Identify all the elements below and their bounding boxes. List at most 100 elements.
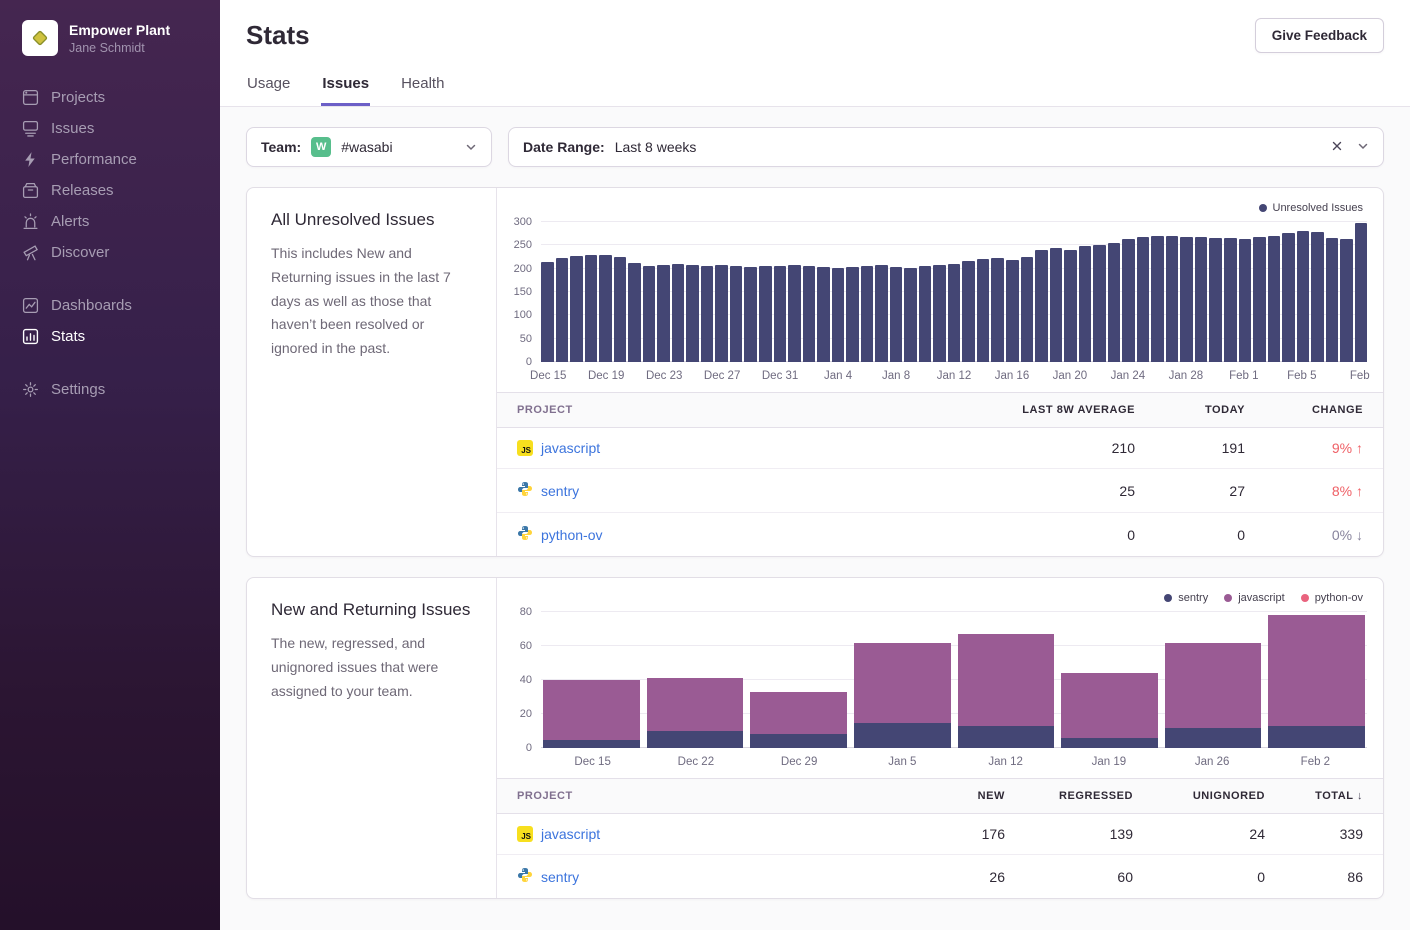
arrow-down-icon: ↓ (1356, 527, 1363, 543)
team-select[interactable]: Team: W #wasabi (246, 127, 492, 167)
releases-icon (22, 182, 39, 199)
chart-bar (1355, 223, 1368, 362)
legend-item[interactable]: Unresolved Issues (1259, 202, 1364, 214)
sidebar: Empower Plant Jane Schmidt Projects Issu… (0, 0, 220, 930)
chart-bar (599, 255, 612, 362)
table-header-row: PROJECT NEW REGRESSED UNIGNORED TOTAL ↓ (497, 779, 1383, 814)
chart-bar (1151, 236, 1164, 362)
chart-bar (570, 256, 583, 362)
chart-bar (1035, 250, 1048, 362)
chart-bar (875, 265, 888, 362)
chart-bar (730, 266, 743, 362)
chart-bar (991, 258, 1004, 362)
project-link[interactable]: javascript (541, 440, 600, 456)
sidebar-item-label: Issues (51, 120, 94, 137)
regressed-value: 139 (1025, 814, 1153, 854)
sidebar-item-dashboards[interactable]: Dashboards (22, 290, 220, 321)
unignored-value: 24 (1153, 814, 1285, 854)
total-value: 339 (1285, 814, 1383, 854)
nav-tertiary: Settings (22, 374, 220, 405)
panel-title: New and Returning Issues (271, 600, 472, 620)
projects-icon (22, 89, 39, 106)
chart-bar (933, 265, 946, 362)
chart-bar (1079, 246, 1092, 362)
project-link[interactable]: javascript (541, 826, 600, 842)
new-value: 176 (913, 814, 1025, 854)
sidebar-item-label: Stats (51, 328, 85, 345)
chart-bar (774, 266, 787, 362)
new-returning-issues-chart[interactable]: sentryjavascriptpython-ov 020406080 Dec … (497, 578, 1383, 778)
main-area: Stats Give Feedback Usage Issues Health … (220, 0, 1410, 930)
col-new: NEW (913, 779, 1025, 813)
chart-bar (1050, 248, 1063, 362)
sidebar-item-label: Settings (51, 381, 105, 398)
chart-bars[interactable] (541, 222, 1367, 362)
change-value: 9% ↑ (1265, 428, 1383, 468)
chart-bar (1268, 612, 1365, 748)
chart-bar (962, 261, 975, 362)
chart-bar (1311, 232, 1324, 362)
chart-bar (1209, 238, 1222, 362)
sidebar-item-label: Discover (51, 244, 109, 261)
table-row: JS javascript 176 139 24 339 (497, 814, 1383, 855)
project-link[interactable]: python-ov (541, 527, 602, 543)
chart-bar (585, 255, 598, 362)
chart-bar (1061, 612, 1158, 748)
sidebar-item-stats[interactable]: Stats (22, 321, 220, 352)
tab-issues[interactable]: Issues (321, 69, 370, 106)
unresolved-issues-chart[interactable]: Unresolved Issues 050100150200250300 Dec… (497, 188, 1383, 392)
chart-bar (750, 612, 847, 748)
chart-bar (541, 262, 554, 362)
avg-value: 0 (935, 515, 1155, 555)
chart-bar (1239, 239, 1252, 362)
project-link[interactable]: sentry (541, 869, 579, 885)
sidebar-item-alerts[interactable]: Alerts (22, 206, 220, 237)
table-row: JS javascript 210 191 9% ↑ (497, 428, 1383, 469)
chart-bar (543, 612, 640, 748)
sidebar-item-discover[interactable]: Discover (22, 237, 220, 268)
team-avatar: W (311, 137, 331, 157)
chart-bar (854, 612, 951, 748)
stats-icon (22, 328, 39, 345)
legend-item[interactable]: python-ov (1301, 592, 1363, 604)
panel-unresolved-issues: All Unresolved Issues This includes New … (246, 187, 1384, 557)
chart-bar (1224, 238, 1237, 362)
sidebar-item-issues[interactable]: Issues (22, 113, 220, 144)
new-returning-issues-table: PROJECT NEW REGRESSED UNIGNORED TOTAL ↓ … (497, 778, 1383, 898)
chart-bar (1006, 260, 1019, 362)
col-total[interactable]: TOTAL ↓ (1285, 779, 1383, 813)
sidebar-item-settings[interactable]: Settings (22, 374, 220, 405)
chart-bar (1108, 243, 1121, 362)
discover-icon (22, 244, 39, 261)
alerts-icon (22, 213, 39, 230)
legend-item[interactable]: sentry (1164, 592, 1208, 604)
chart-bar (1165, 612, 1262, 748)
chart-bar (1282, 233, 1295, 362)
sidebar-item-releases[interactable]: Releases (22, 175, 220, 206)
legend-item[interactable]: javascript (1224, 592, 1284, 604)
chart-bars[interactable] (541, 612, 1367, 748)
chart-bar (1297, 231, 1310, 362)
org-switcher[interactable]: Empower Plant Jane Schmidt (22, 20, 220, 56)
date-range-select[interactable]: Date Range: Last 8 weeks (508, 127, 1384, 167)
chevron-down-icon (465, 141, 477, 153)
give-feedback-button[interactable]: Give Feedback (1255, 18, 1384, 53)
chart-bar (1180, 237, 1193, 362)
performance-icon (22, 151, 39, 168)
tab-usage[interactable]: Usage (246, 69, 291, 106)
arrow-up-icon: ↑ (1356, 483, 1363, 499)
table-header-row: PROJECT LAST 8W AVERAGE TODAY CHANGE (497, 393, 1383, 428)
x-axis-labels: Dec 15Dec 19Dec 23Dec 27Dec 31Jan 4Jan 8… (541, 362, 1367, 388)
col-today: TODAY (1155, 393, 1265, 427)
filter-bar: Team: W #wasabi Date Range: Last 8 weeks (246, 127, 1384, 167)
today-value: 0 (1155, 515, 1265, 555)
chart-bar (556, 258, 569, 362)
project-link[interactable]: sentry (541, 483, 579, 499)
clear-date-icon[interactable] (1331, 139, 1343, 155)
chart-bar (701, 266, 714, 362)
tab-health[interactable]: Health (400, 69, 445, 106)
chart-bar (715, 265, 728, 362)
page-header: Stats Give Feedback Usage Issues Health (220, 0, 1410, 107)
sidebar-item-performance[interactable]: Performance (22, 144, 220, 175)
sidebar-item-projects[interactable]: Projects (22, 82, 220, 113)
